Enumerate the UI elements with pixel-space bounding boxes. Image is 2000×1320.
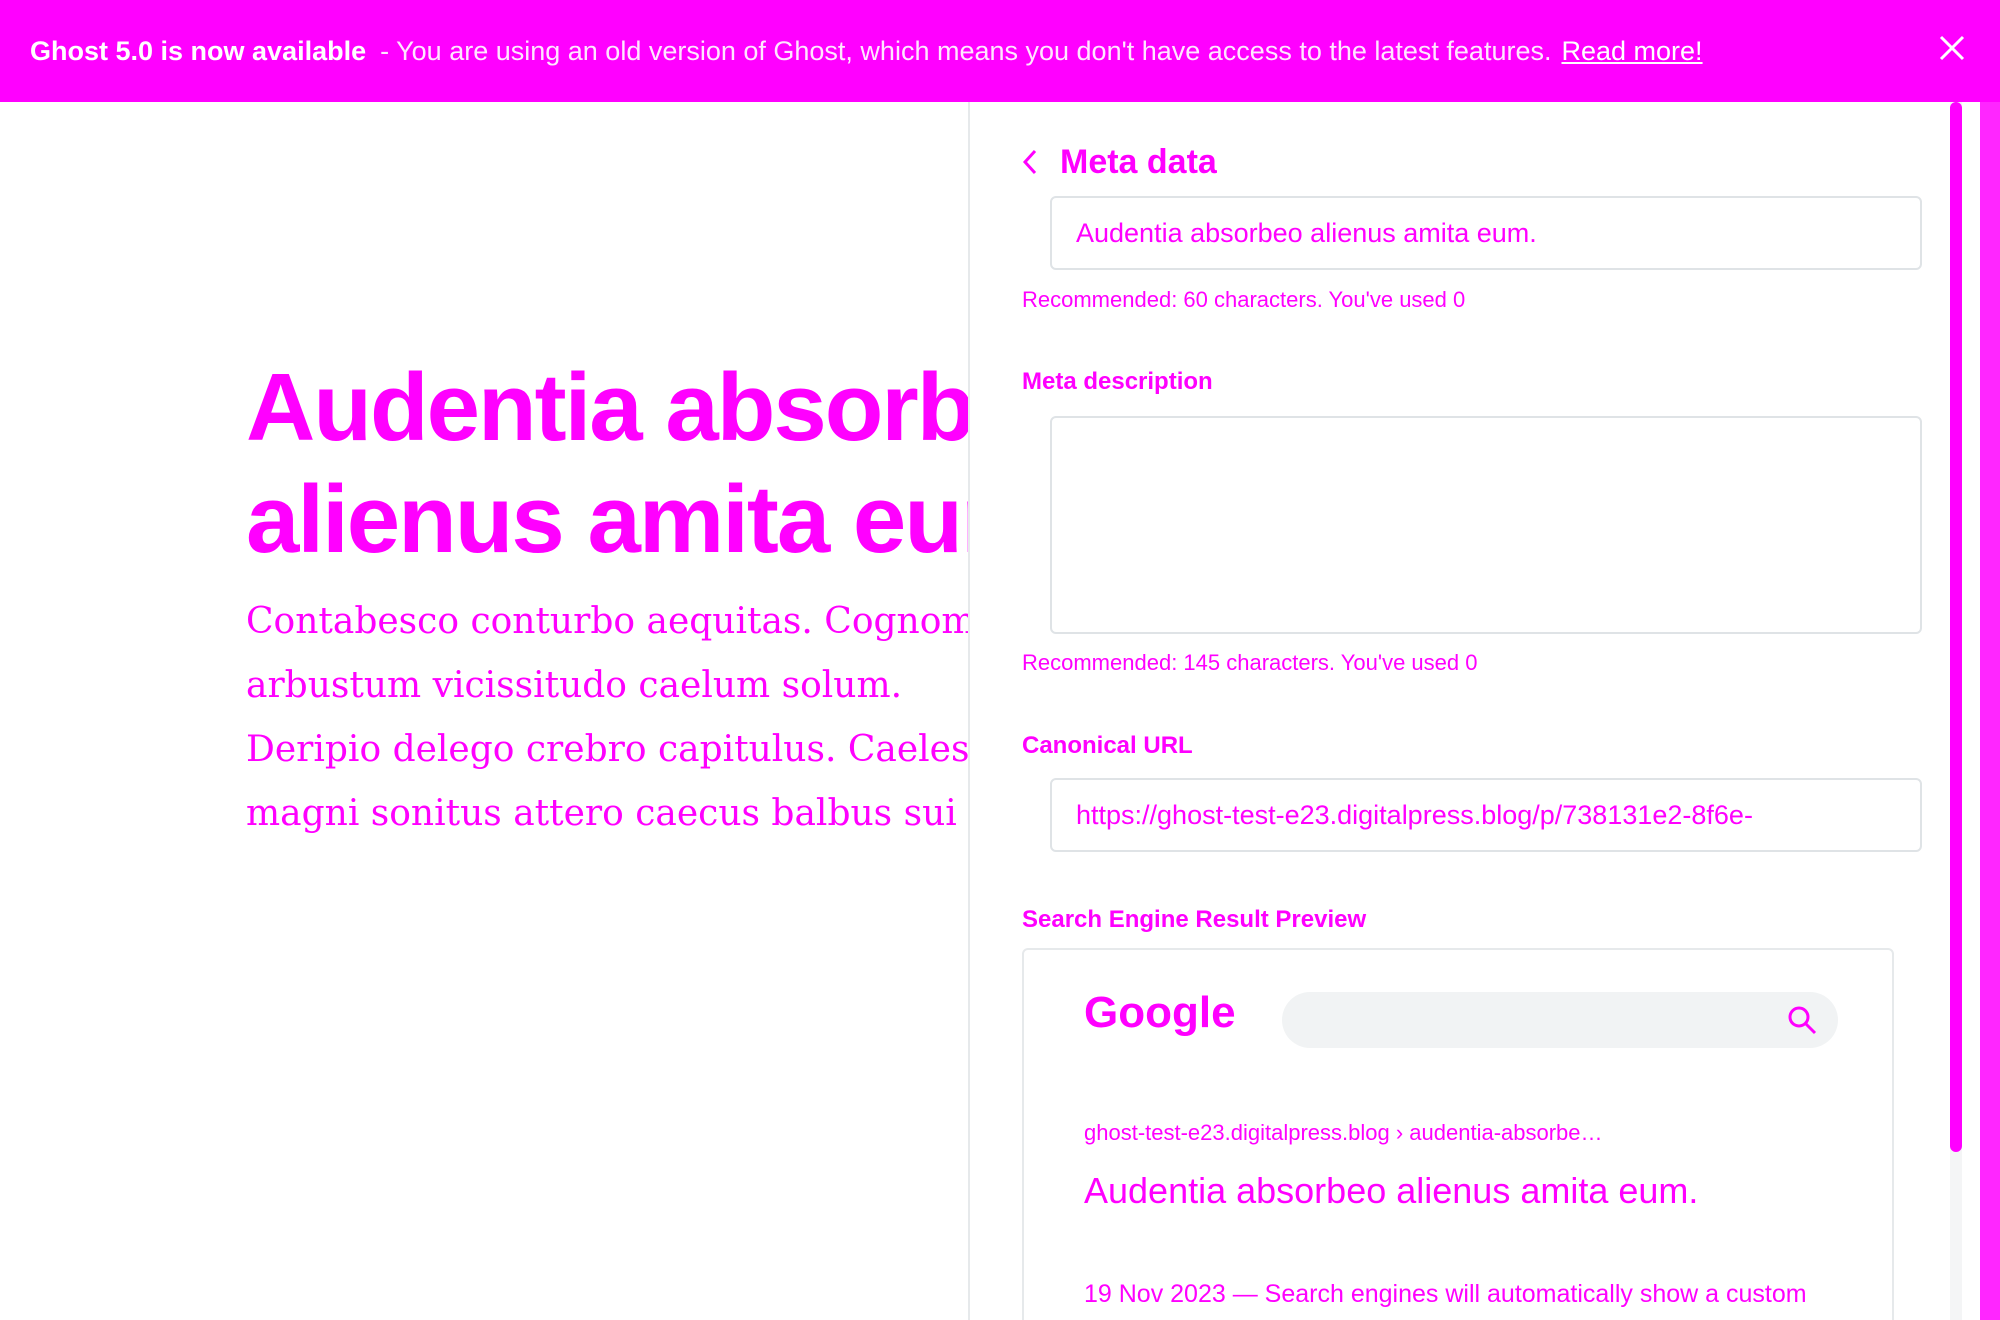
- panel-title: Meta data: [1060, 142, 1217, 181]
- preview-description: 19 Nov 2023 — Search engines will automa…: [1084, 1272, 1844, 1320]
- post-body[interactable]: Contabesco conturbo aequitas. Cognomen a…: [246, 590, 968, 846]
- meta-description-textarea[interactable]: [1050, 416, 1922, 634]
- post-editor: Audentia absorbe alienus amita eum. Cont…: [0, 102, 968, 1320]
- body-line: magni sonitus attero caecus balbus sui t…: [246, 793, 968, 834]
- canonical-url-input[interactable]: https://ghost-test-e23.digitalpress.blog…: [1050, 778, 1922, 852]
- canonical-url-label: Canonical URL: [1022, 732, 1193, 759]
- search-icon: [1786, 1004, 1818, 1036]
- post-title[interactable]: Audentia absorbe alienus amita eum.: [246, 352, 968, 576]
- preview-search-bar: [1282, 992, 1838, 1048]
- google-logo: Google: [1084, 988, 1236, 1037]
- body-line: Contabesco conturbo aequitas. Cognomen: [246, 601, 968, 642]
- body-line: Deripio delego crebro capitulus. Caelest…: [246, 729, 968, 770]
- preview-label: Search Engine Result Preview: [1022, 906, 1367, 933]
- preview-title: Audentia absorbeo alienus amita eum.: [1084, 1170, 1699, 1211]
- meta-data-panel: Meta data Audentia absorbeo alienus amit…: [968, 102, 2000, 1320]
- page-scrollbar[interactable]: [1980, 102, 2000, 1320]
- meta-description-hint: Recommended: 145 characters. You've used…: [1022, 650, 1478, 675]
- meta-description-label: Meta description: [1022, 368, 1213, 395]
- body-line: arbustum vicissitudo caelum solum.: [246, 665, 903, 706]
- post-title-line-1: Audentia absorbe: [246, 354, 968, 461]
- search-result-preview: Google ghost-test-e23.digitalpress.blog …: [1022, 948, 1894, 1320]
- close-icon[interactable]: [1928, 24, 1976, 72]
- post-title-line-2: alienus amita eum.: [246, 466, 968, 573]
- update-banner: Ghost 5.0 is now available - You are usi…: [0, 0, 2000, 102]
- banner-headline: Ghost 5.0 is now available: [30, 35, 367, 66]
- meta-title-input[interactable]: Audentia absorbeo alienus amita eum.: [1050, 196, 1922, 270]
- preview-date: 19 Nov 2023: [1084, 1280, 1226, 1308]
- banner-message: - You are using an old version of Ghost,…: [380, 35, 1552, 66]
- preview-url: ghost-test-e23.digitalpress.blog › auden…: [1084, 1120, 1603, 1145]
- banner-read-more-link[interactable]: Read more!: [1561, 36, 1702, 67]
- panel-header: Meta data: [1022, 142, 1217, 182]
- chevron-left-icon[interactable]: [1022, 142, 1050, 182]
- meta-title-hint: Recommended: 60 characters. You've used …: [1022, 287, 1466, 312]
- panel-scrollbar-thumb[interactable]: [1950, 102, 1962, 1152]
